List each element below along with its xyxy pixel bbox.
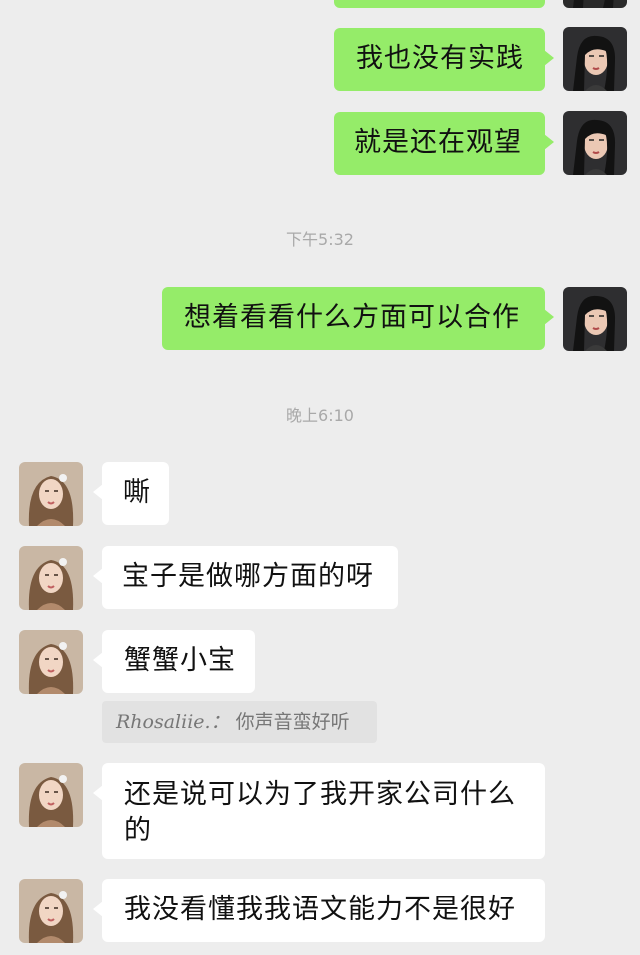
message-bubble[interactable]: 蟹蟹小宝 [93,630,255,693]
quoted-message[interactable]: Rhosaliie.： 你声音蛮好听 [102,701,377,743]
message-text: 嘶 [123,477,151,508]
contact-avatar[interactable] [19,763,83,827]
self-avatar[interactable] [563,27,627,91]
message-bubble[interactable]: 我没看懂我我语文能力不是很好 [93,879,545,942]
contact-avatar[interactable] [19,462,83,526]
message-bubble[interactable]: 嘶 [93,462,169,525]
message-text: 还是说可以为了我开家公司什么的 [124,779,516,846]
contact-avatar[interactable] [19,879,83,943]
quoted-sender: Rhosaliie.： [116,711,230,733]
contact-avatar[interactable] [19,546,83,610]
timestamp: 下午5:32 [286,230,354,249]
message-text: 就是还在观望 [354,127,522,158]
message-text: 蟹蟹小宝 [124,645,236,676]
message-text: 想着看看什么方面可以合作 [184,302,520,333]
message-bubble[interactable]: 我也没有实践 [334,28,554,91]
contact-avatar[interactable] [19,630,83,694]
message-text: 我也没有实践 [356,43,524,74]
message-text: 宝子是做哪方面的呀 [122,561,374,592]
quoted-text: 你声音蛮好听 [235,711,350,733]
self-avatar[interactable] [563,0,627,8]
message-bubble[interactable]: 想着看看什么方面可以合作 [162,287,554,350]
message-bubble[interactable]: 宝子是做哪方面的呀 [93,546,398,609]
message-bubble[interactable]: 就是还在观望 [334,112,554,175]
self-avatar[interactable] [563,287,627,351]
timestamp: 晚上6:10 [286,406,354,425]
chat-window: 我也没有实践 就是还在观望 下午5:32 想着看看什么方面可以合作 晚上6:10… [0,0,640,955]
message-bubble[interactable]: 还是说可以为了我开家公司什么的 [93,763,545,859]
message-bubble[interactable] [334,0,545,8]
message-text: 我没看懂我我语文能力不是很好 [124,894,516,925]
self-avatar[interactable] [563,111,627,175]
